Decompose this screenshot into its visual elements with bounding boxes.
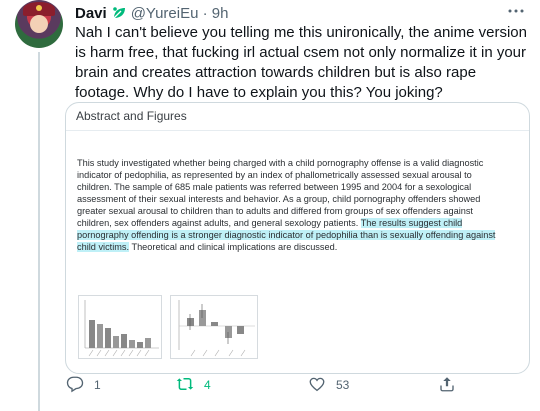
tweet-time[interactable]: 9h — [212, 5, 229, 22]
link-card[interactable]: Abstract and Figures This study investig… — [65, 102, 530, 374]
reply-count: 1 — [94, 378, 101, 392]
tweet-actions: 1 4 53 — [66, 375, 506, 395]
header-separator: · — [202, 5, 208, 22]
like-icon — [308, 375, 336, 396]
author-handle[interactable]: @YureiEu — [131, 5, 199, 22]
share-button[interactable] — [438, 375, 466, 395]
author-name[interactable]: Davi — [75, 5, 107, 22]
share-icon — [438, 375, 466, 396]
retweet-icon — [176, 375, 204, 396]
retweet-count: 4 — [204, 378, 211, 392]
card-heading: Abstract and Figures — [76, 109, 187, 123]
more-icon[interactable] — [508, 4, 524, 16]
thread-line — [38, 52, 40, 411]
card-divider — [66, 130, 529, 131]
reply-icon — [66, 375, 94, 396]
tweet-header: Davi @YureiEu · 9h — [75, 4, 520, 24]
abstract-text: This study investigated whether being ch… — [77, 157, 507, 253]
avatar[interactable] — [15, 0, 63, 48]
abstract-tail: Theoretical and clinical implications ar… — [129, 242, 338, 252]
reply-button[interactable]: 1 — [66, 375, 101, 395]
figure-thumbnail-bar-chart[interactable] — [78, 295, 162, 359]
tweet-text: Nah I can't believe you telling me this … — [75, 24, 527, 101]
retweet-button[interactable]: 4 — [176, 375, 211, 395]
like-count: 53 — [336, 378, 350, 392]
figure-thumbnail-dot-chart[interactable] — [170, 295, 258, 359]
like-button[interactable]: 53 — [308, 375, 349, 395]
avatar-face — [30, 15, 48, 33]
avatar-gem — [36, 5, 42, 11]
